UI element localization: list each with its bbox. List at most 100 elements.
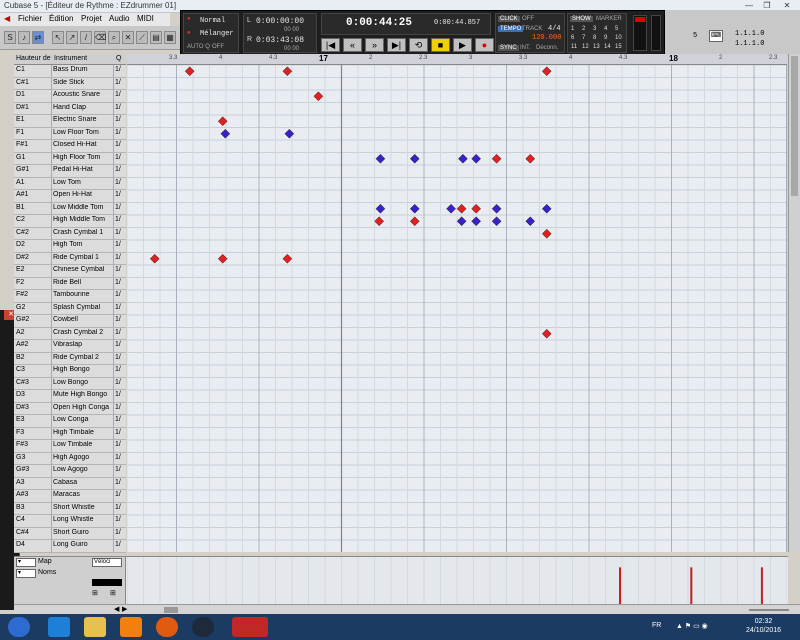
instrument-quantize[interactable]: 1/: [115, 316, 121, 323]
instrument-quantize[interactable]: 1/: [115, 279, 121, 286]
instrument-quantize[interactable]: 1/: [115, 329, 121, 336]
instrument-quantize[interactable]: 1/: [115, 529, 121, 536]
zoom-icon[interactable]: ⌕: [108, 31, 120, 44]
play-button[interactable]: ▶: [453, 38, 472, 52]
drum-hit-blue[interactable]: [471, 216, 481, 227]
instrument-row[interactable]: E2 Chinese Cymbal 1/: [14, 265, 126, 278]
drum-hit-blue[interactable]: [375, 203, 386, 214]
instrument-column-header[interactable]: Instrument: [54, 55, 87, 62]
velocity-bar[interactable]: [690, 567, 693, 604]
marker-7[interactable]: 7: [582, 35, 585, 41]
marker-6[interactable]: 6: [571, 35, 574, 41]
instrument-quantize[interactable]: 1/: [115, 541, 121, 548]
instrument-row[interactable]: F#1 Closed Hi-Hat 1/: [14, 140, 126, 153]
drumstick-icon[interactable]: /: [80, 31, 92, 44]
instrument-row[interactable]: C4 Long Whistle 1/: [14, 515, 126, 528]
zoom-slider[interactable]: [749, 609, 789, 611]
instrument-row[interactable]: C1 Bass Drum 1/: [14, 65, 126, 78]
instrument-row[interactable]: C2 High Middle Tom 1/: [14, 215, 126, 228]
quantize-icon[interactable]: ▦: [164, 31, 176, 44]
instrument-quantize[interactable]: 1/: [115, 429, 121, 436]
erase-icon[interactable]: ⌫: [94, 31, 106, 44]
instrument-quantize[interactable]: 1/: [115, 116, 121, 123]
drum-hit-blue[interactable]: [491, 216, 502, 227]
velocity-value-box[interactable]: [92, 579, 122, 586]
forward-button[interactable]: »: [365, 38, 384, 52]
steam-icon[interactable]: [192, 617, 214, 637]
marker-5[interactable]: 5: [615, 26, 618, 32]
instrument-row[interactable]: F1 Low Floor Tom 1/: [14, 127, 126, 140]
instrument-quantize[interactable]: 1/: [115, 129, 121, 136]
names-select[interactable]: ▾: [16, 569, 36, 578]
instrument-row[interactable]: F#2 Tambourine 1/: [14, 290, 126, 303]
velocity-canvas[interactable]: [127, 557, 787, 604]
instrument-row[interactable]: G3 High Agogo 1/: [14, 452, 126, 465]
solo-button[interactable]: S: [4, 31, 16, 44]
drum-grid-canvas[interactable]: [127, 65, 787, 552]
auto-q-state[interactable]: OFF: [212, 44, 224, 50]
time-ruler[interactable]: 3.3 4 4.3 17 2 2.3 3 3.3 4 4.3 18 2 2.3: [127, 54, 787, 65]
instrument-row[interactable]: G#2 Cowbell 1/: [14, 315, 126, 328]
instrument-row[interactable]: B3 Short Whistle 1/: [14, 502, 126, 515]
internet-explorer-icon[interactable]: [48, 617, 70, 637]
instrument-row[interactable]: D#3 Open High Conga 1/: [14, 402, 126, 415]
drum-hit-blue[interactable]: [471, 153, 481, 164]
cycle-button[interactable]: ⟲: [409, 38, 428, 52]
instrument-quantize[interactable]: 1/: [115, 466, 121, 473]
click-label[interactable]: CLICK: [498, 16, 520, 22]
marker-2[interactable]: 2: [582, 26, 585, 32]
drum-hit-blue[interactable]: [541, 203, 552, 214]
snap-icon[interactable]: ▤: [150, 31, 162, 44]
instrument-quantize[interactable]: 1/: [115, 104, 121, 111]
drum-hit-red[interactable]: [525, 153, 536, 164]
instrument-quantize[interactable]: 1/: [115, 479, 121, 486]
instrument-quantize[interactable]: 1/: [115, 504, 121, 511]
instrument-row[interactable]: C#2 Crash Cymbal 1 1/: [14, 227, 126, 240]
start-button-icon[interactable]: [8, 617, 30, 637]
instrument-quantize[interactable]: 1/: [115, 141, 121, 148]
instrument-quantize[interactable]: 1/: [115, 491, 121, 498]
drum-hit-red[interactable]: [282, 66, 293, 77]
menu-fichier[interactable]: Fichier: [18, 14, 42, 23]
instrument-row[interactable]: C#4 Short Guiro 1/: [14, 527, 126, 540]
marker-14[interactable]: 14: [604, 44, 611, 50]
marker-1[interactable]: 1: [571, 26, 574, 32]
marker-9[interactable]: 9: [604, 35, 607, 41]
cubase-logo-icon[interactable]: ◀: [4, 14, 10, 23]
mode-normal[interactable]: Normal: [200, 17, 225, 25]
drum-hit-blue[interactable]: [375, 153, 386, 164]
instrument-row[interactable]: C#3 Low Bongo 1/: [14, 377, 126, 390]
go-to-start-button[interactable]: |◀: [321, 38, 340, 52]
signature-value[interactable]: 4/4: [548, 25, 561, 33]
instrument-row[interactable]: F2 Ride Bell 1/: [14, 277, 126, 290]
cubase-taskbar-icon[interactable]: [232, 617, 268, 637]
firefox-icon[interactable]: [156, 617, 178, 637]
instrument-row[interactable]: A1 Low Tom 1/: [14, 177, 126, 190]
drum-hit-blue[interactable]: [456, 216, 467, 227]
instrument-quantize[interactable]: 1/: [115, 166, 121, 173]
map-select[interactable]: ▾: [16, 558, 36, 567]
tempo-label[interactable]: TEMPO: [498, 26, 524, 32]
instrument-row[interactable]: G2 Splash Cymbal 1/: [14, 302, 126, 315]
stop-button[interactable]: ■: [431, 38, 450, 52]
marker-13[interactable]: 13: [593, 44, 600, 50]
scroll-left-icon[interactable]: ◀: [114, 605, 119, 613]
instrument-row[interactable]: D#2 Ride Cymbal 1 1/: [14, 252, 126, 265]
marker-4[interactable]: 4: [604, 26, 607, 32]
instrument-quantize[interactable]: 1/: [115, 229, 121, 236]
instrument-row[interactable]: G#3 Low Agogo 1/: [14, 465, 126, 478]
instrument-quantize[interactable]: 1/: [115, 66, 121, 73]
instrument-row[interactable]: A#1 Open Hi-Hat 1/: [14, 190, 126, 203]
instrument-row[interactable]: F3 High Timbale 1/: [14, 427, 126, 440]
marker-3[interactable]: 3: [593, 26, 596, 32]
drum-hit-blue[interactable]: [491, 203, 502, 214]
instrument-quantize[interactable]: 1/: [115, 416, 121, 423]
instrument-quantize[interactable]: 1/: [115, 354, 121, 361]
marker-15[interactable]: 15: [615, 44, 622, 50]
expand-lane-icon[interactable]: ⊞: [92, 589, 98, 597]
instrument-quantize[interactable]: 1/: [115, 379, 121, 386]
line-tool-icon[interactable]: ⟋: [136, 31, 148, 44]
drum-hit-blue[interactable]: [284, 128, 295, 139]
marker-12[interactable]: 12: [582, 44, 589, 50]
position-value-1[interactable]: 1.1.1.0: [735, 30, 764, 38]
